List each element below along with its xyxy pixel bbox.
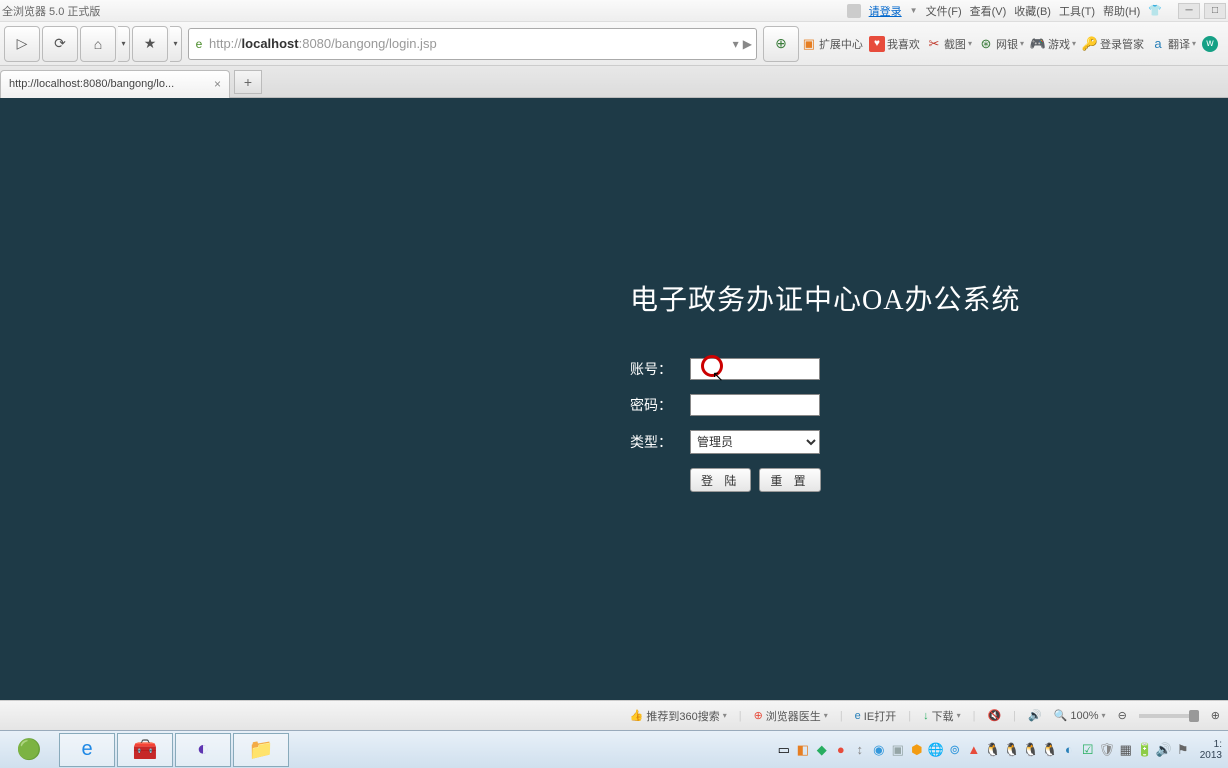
zoom-in-button[interactable]: ⊕ [1211, 709, 1220, 722]
address-bar[interactable]: e http://localhost:8080/bangong/login.js… [188, 28, 757, 60]
tray-icon[interactable]: ◧ [795, 742, 811, 758]
account-input[interactable] [690, 358, 820, 380]
translate-button[interactable]: a翻译▾ [1150, 36, 1196, 52]
tab-close-button[interactable]: × [214, 77, 221, 91]
ie-open-button[interactable]: eIE打开 [855, 708, 897, 724]
login-link[interactable]: 请登录 [869, 3, 902, 19]
mute-icon[interactable]: 🔇 [987, 709, 1001, 722]
doctor-button[interactable]: ⊕浏览器医生▾ [754, 708, 828, 724]
type-select[interactable]: 管理员 [690, 430, 820, 454]
skin-icon[interactable]: 👕 [1148, 4, 1162, 17]
tray-icon[interactable]: ⬢ [909, 742, 925, 758]
tray-icon[interactable]: 🐧 [985, 742, 1001, 758]
favorites-dropdown-icon[interactable]: ▾ [170, 26, 182, 62]
task-ie[interactable]: e [59, 733, 115, 767]
tray-icon[interactable]: 🔋 [1137, 742, 1153, 758]
login-manager-button[interactable]: 🔑登录管家 [1082, 36, 1144, 52]
account-label: 账号： [630, 359, 690, 379]
forward-button[interactable]: ▷ [4, 26, 40, 62]
minimize-button[interactable]: ─ [1178, 3, 1200, 19]
tray-icon[interactable]: 🌐 [928, 742, 944, 758]
login-button[interactable]: 登 陆 [690, 468, 751, 492]
screenshot-button[interactable]: ✂截图▾ [926, 36, 972, 52]
tray-icon[interactable]: ▣ [890, 742, 906, 758]
extensions-button[interactable]: ▣扩展中心 [801, 36, 863, 52]
tray-icon[interactable]: 🐧 [1004, 742, 1020, 758]
tray-icon[interactable]: ▦ [1118, 742, 1134, 758]
extra-icon[interactable]: w [1202, 36, 1218, 52]
login-dropdown-icon[interactable]: ▼ [910, 6, 918, 15]
netbank-button[interactable]: ⊛网银▾ [978, 36, 1024, 52]
tray-icon[interactable]: ▲ [966, 742, 982, 758]
reset-button[interactable]: 重 置 [759, 468, 820, 492]
browser-title: 全浏览器 5.0 正式版 [2, 3, 100, 19]
maximize-button[interactable]: □ [1204, 3, 1226, 19]
new-tab-button[interactable]: + [234, 70, 262, 94]
like-button[interactable]: ♥我喜欢 [869, 36, 920, 52]
task-eclipse[interactable]: ◐ [175, 733, 231, 767]
login-panel: 电子政务办证中心OA办公系统 账号： 密码： 类型： 管理员 登 陆 重 置 [630, 278, 1080, 492]
tray-icon[interactable]: ● [833, 742, 849, 758]
home-button[interactable]: ⌂ [80, 26, 116, 62]
home-dropdown-icon[interactable]: ▾ [118, 26, 130, 62]
task-explorer[interactable]: 📁 [233, 733, 289, 767]
tray-icon[interactable]: ◐ [1061, 742, 1077, 758]
refresh-button[interactable]: ⟳ [42, 26, 78, 62]
tray-icon[interactable]: 🔊 [1156, 742, 1172, 758]
site-icon: e [189, 37, 209, 51]
menu-tools[interactable]: 工具(T) [1059, 3, 1095, 19]
taskbar: 🟢 e 🧰 ◐ 📁 ▭ ◧ ◆ ● ↕ ◉ ▣ ⬢ 🌐 ⊚ ▲ 🐧 🐧 🐧 🐧 … [0, 730, 1228, 768]
download-button[interactable]: ↓下载▾ [923, 708, 961, 724]
zoom-label[interactable]: 🔍100%▾ [1054, 709, 1106, 722]
address-dropdown-icon[interactable]: ▾ [733, 37, 739, 51]
menu-help[interactable]: 帮助(H) [1103, 3, 1140, 19]
favorites-button[interactable]: ★ [132, 26, 168, 62]
user-icon [847, 4, 861, 18]
tray-icon[interactable]: ☑ [1080, 742, 1096, 758]
tab-active[interactable]: http://localhost:8080/bangong/lo... × [0, 70, 230, 98]
tray-icon[interactable]: ⚑ [1175, 742, 1191, 758]
taskbar-clock[interactable]: 1: 2013 [1194, 739, 1222, 761]
password-label: 密码： [630, 395, 690, 415]
task-toolbox[interactable]: 🧰 [117, 733, 173, 767]
status-bar: 👍推荐到360搜索▾ | ⊕浏览器医生▾ | eIE打开 | ↓下载▾ | 🔇 … [0, 700, 1228, 730]
page-title: 电子政务办证中心OA办公系统 [630, 278, 1080, 318]
zoom-out-button[interactable]: ⊖ [1118, 709, 1127, 722]
tray-icon[interactable]: ↕ [852, 742, 868, 758]
tray-icon[interactable]: 🐧 [1023, 742, 1039, 758]
tray-icon[interactable]: ▭ [776, 742, 792, 758]
password-input[interactable] [690, 394, 820, 416]
start-button[interactable]: 🟢 [1, 733, 57, 767]
system-tray: ▭ ◧ ◆ ● ↕ ◉ ▣ ⬢ 🌐 ⊚ ▲ 🐧 🐧 🐧 🐧 ◐ ☑ 🛡 ▦ 🔋 … [776, 739, 1228, 761]
type-label: 类型： [630, 432, 690, 452]
address-text: http://localhost:8080/bangong/login.jsp [209, 36, 733, 51]
zoom-slider[interactable] [1139, 714, 1199, 718]
menu-favorites[interactable]: 收藏(B) [1014, 3, 1051, 19]
shield-button[interactable]: ⊕ [763, 26, 799, 62]
browser-titlebar: 全浏览器 5.0 正式版 请登录 ▼ 文件(F) 查看(V) 收藏(B) 工具(… [0, 0, 1228, 22]
tray-icon[interactable]: 🛡 [1099, 742, 1115, 758]
menu-view[interactable]: 查看(V) [970, 3, 1007, 19]
volume-icon[interactable]: 🔊 [1028, 709, 1042, 722]
tray-icon[interactable]: ⊚ [947, 742, 963, 758]
tab-title: http://localhost:8080/bangong/lo... [9, 78, 174, 90]
menu-file[interactable]: 文件(F) [926, 3, 962, 19]
recommend-button[interactable]: 👍推荐到360搜索▾ [630, 708, 727, 724]
tray-icon[interactable]: ◆ [814, 742, 830, 758]
tray-icon[interactable]: 🐧 [1042, 742, 1058, 758]
tray-icon[interactable]: ◉ [871, 742, 887, 758]
go-button[interactable]: ▶ [743, 37, 752, 51]
nav-toolbar: ▷ ⟳ ⌂ ▾ ★ ▾ e http://localhost:8080/bang… [0, 22, 1228, 66]
tab-bar: http://localhost:8080/bangong/lo... × + [0, 66, 1228, 98]
page-content: 电子政务办证中心OA办公系统 账号： 密码： 类型： 管理员 登 陆 重 置 [0, 98, 1228, 700]
games-button[interactable]: 🎮游戏▾ [1030, 36, 1076, 52]
